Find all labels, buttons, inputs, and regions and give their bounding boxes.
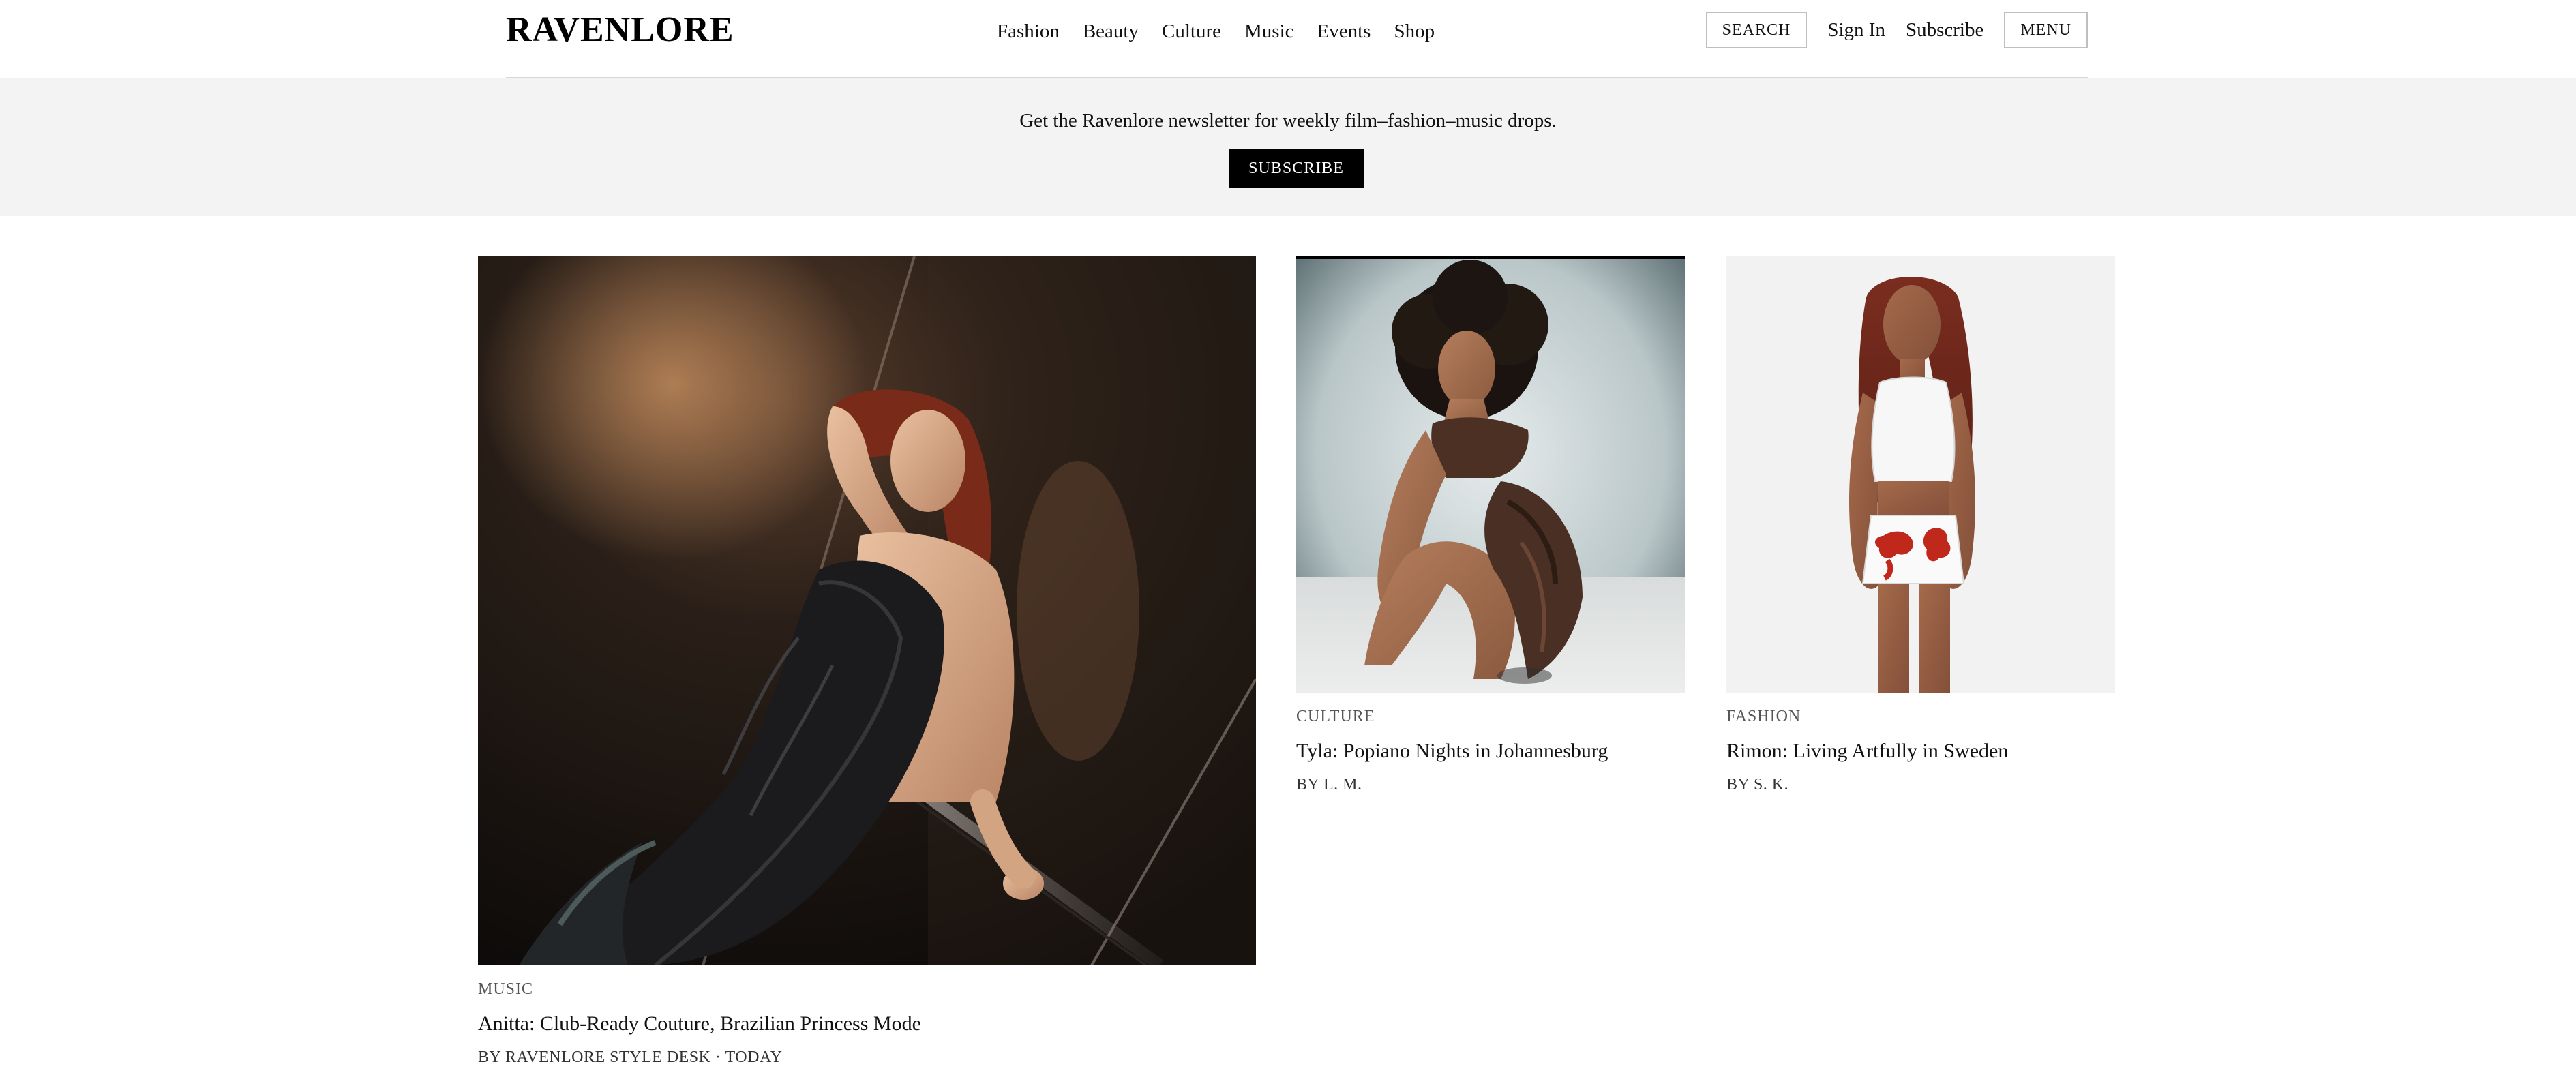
nav-item-fashion[interactable]: Fashion bbox=[997, 16, 1060, 46]
article-kicker: FASHION bbox=[1726, 708, 1801, 725]
nav-item-shop[interactable]: Shop bbox=[1394, 16, 1435, 46]
sign-in-link[interactable]: Sign In bbox=[1827, 15, 1885, 45]
subscribe-link[interactable]: Subscribe bbox=[1906, 15, 1983, 45]
menu-button[interactable]: MENU bbox=[2004, 12, 2088, 48]
article-headline[interactable]: Rimon: Living Artfully in Sweden bbox=[1726, 738, 2115, 765]
article-card-anitta[interactable]: MUSIC Anitta: Club-Ready Couture, Brazil… bbox=[478, 256, 1256, 1068]
nav-item-events[interactable]: Events bbox=[1317, 16, 1371, 46]
nav-item-music[interactable]: Music bbox=[1244, 16, 1294, 46]
search-button[interactable]: SEARCH bbox=[1705, 12, 1808, 48]
article-kicker: MUSIC bbox=[478, 980, 534, 998]
site-header: RAVENLORE Fashion Beauty Culture Music E… bbox=[0, 0, 2576, 79]
nav-item-culture[interactable]: Culture bbox=[1162, 16, 1221, 46]
article-image-tyla[interactable] bbox=[1296, 256, 1685, 693]
photo-anitta-icon bbox=[478, 256, 1256, 965]
header-bar: RAVENLORE Fashion Beauty Culture Music E… bbox=[506, 0, 2088, 79]
article-byline: BY L. M. bbox=[1296, 776, 1362, 794]
article-byline: BY RAVENLORE STYLE DESK · TODAY bbox=[478, 1048, 783, 1066]
article-headline[interactable]: Anitta: Club-Ready Couture, Brazilian Pr… bbox=[478, 1010, 1256, 1038]
article-image-anitta[interactable] bbox=[478, 256, 1256, 965]
article-card-tyla[interactable]: CULTURE Tyla: Popiano Nights in Johannes… bbox=[1296, 256, 1685, 795]
brand-logo[interactable]: RAVENLORE bbox=[506, 8, 734, 52]
article-kicker: CULTURE bbox=[1296, 708, 1375, 725]
photo-tyla-icon bbox=[1296, 256, 1685, 693]
newsletter-subscribe-button[interactable]: SUBSCRIBE bbox=[1229, 149, 1364, 188]
newsletter-banner: Get the Ravenlore newsletter for weekly … bbox=[0, 78, 2576, 216]
nav-item-beauty[interactable]: Beauty bbox=[1083, 16, 1139, 46]
header-utilities: SEARCH Sign In Subscribe MENU bbox=[1705, 11, 2088, 49]
article-card-rimon[interactable]: FASHION Rimon: Living Artfully in Sweden… bbox=[1726, 256, 2115, 795]
newsletter-text: Get the Ravenlore newsletter for weekly … bbox=[1019, 110, 1557, 132]
article-byline: BY S. K. bbox=[1726, 776, 1789, 794]
article-headline[interactable]: Tyla: Popiano Nights in Johannesburg bbox=[1296, 738, 1685, 765]
main-nav: Fashion Beauty Culture Music Events Shop bbox=[997, 16, 1435, 46]
article-image-rimon[interactable] bbox=[1726, 256, 2115, 693]
photo-rimon-icon bbox=[1726, 256, 2115, 693]
